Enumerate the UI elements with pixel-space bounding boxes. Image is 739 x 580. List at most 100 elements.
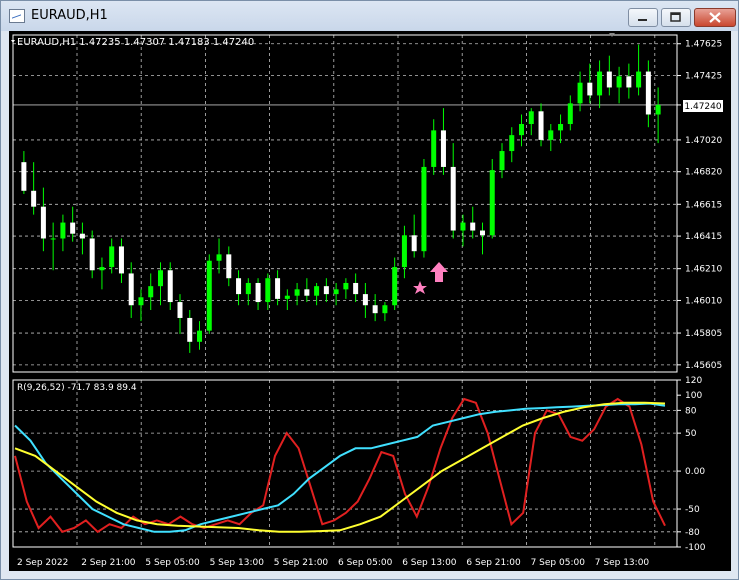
candle-body [89,238,95,271]
indicator-panel-border [12,379,678,548]
candle-body [206,260,212,331]
time-label: 2 Sep 2022 [17,558,68,568]
buy-arrow-icon [413,262,448,294]
price-tick-label: 1.46010 [685,296,722,306]
close-button[interactable] [694,8,736,27]
price-tick-label: 1.47625 [685,40,722,50]
candle-body [314,286,320,296]
indicator-tick-label: -80 [685,528,700,538]
price-tick-label: 1.46820 [685,168,722,178]
indicator-tick-label: 0.00 [685,467,705,477]
candle-body [655,104,661,115]
candle-body [157,270,163,287]
candle-body [421,166,427,252]
candle-body [558,124,564,131]
price-tick-label: 1.46615 [685,200,722,210]
price-tick-label: 1.47020 [685,136,722,146]
price-tick-label: 1.46415 [685,232,722,242]
grid-lines [13,35,677,547]
candle-body [294,289,300,296]
time-label: 5 Sep 05:00 [145,558,200,568]
candle-body [489,170,495,236]
main-panel-border [12,34,678,373]
candle-body [79,233,85,239]
close-icon [709,12,721,23]
candle-body [597,71,603,96]
candle-body [392,267,398,306]
chart-window-icon [9,9,25,23]
candle-body [216,254,222,261]
candle-body [343,282,349,290]
indicator-tick-label: 50 [685,429,697,439]
candle-body [362,294,368,306]
indicator-line-r52 [14,401,666,533]
title-bar[interactable]: EURAUD,H1 [1,1,738,31]
candle-body [245,282,251,295]
candle-body [21,162,27,191]
price-tick-label: 1.45805 [685,329,722,339]
current-price-text: 1.47240 [684,102,721,112]
candle-body [636,71,642,88]
candle-body [118,246,124,274]
candle-body [167,270,173,303]
indicator-tick-label: -50 [685,505,700,515]
candle-body [528,111,534,125]
candle-body [450,166,456,231]
candle-body [138,297,144,306]
candle-body [567,103,573,125]
indicator-header: R(9,26,52) -71.7 83.9 89.4 [17,383,137,393]
candle-body [177,302,183,318]
candle-body [470,222,476,231]
candle-body [148,286,154,298]
candle-body [440,130,446,167]
candle-body [323,286,329,295]
candle-body [587,82,593,96]
candle-body [548,130,554,140]
candle-body [128,273,134,306]
indicator-tick-label: 100 [685,391,702,401]
candles-layer [21,44,661,353]
candle-body [31,190,37,207]
candle-body [226,254,232,279]
candle-body [99,267,105,271]
candle-body [275,278,281,299]
chart-canvas[interactable]: 2 Sep 2022 2 Sep 21:00 5 Sep 05:00 5 Sep 13… [9,31,731,571]
time-label: 6 Sep 21:00 [466,558,521,568]
candle-body [40,206,46,239]
candle-body [372,305,378,314]
candle-body [60,222,66,239]
indicator-tick-label: 120 [685,376,702,386]
time-label: 5 Sep 21:00 [274,558,329,568]
price-tick-label: 1.47425 [685,72,722,82]
window-title: EURAUD,H1 [31,8,108,23]
time-label: 6 Sep 05:00 [338,558,393,568]
current-price-label: 1.47240 [683,100,723,112]
time-label: 5 Sep 13:00 [210,558,265,568]
candle-body [353,282,359,295]
candle-body [499,151,505,171]
candle-body [197,330,203,342]
minimize-icon [638,19,647,21]
candle-body [50,238,56,240]
restore-icon [670,12,681,22]
price-chart-svg[interactable]: 2 Sep 2022 2 Sep 21:00 5 Sep 05:00 5 Sep 13… [9,31,731,571]
indicator-tick-label: 80 [685,406,697,416]
candle-body [626,76,632,88]
candle-body [577,82,583,104]
candle-body [616,76,622,88]
time-label: 7 Sep 05:00 [531,558,586,568]
header-dropdown-icon[interactable] [11,40,15,43]
indicator-lines-layer [14,397,666,534]
candle-body [284,295,290,299]
candle-body [509,135,515,152]
candle-body [265,278,271,303]
candle-body [382,305,388,314]
minimize-button[interactable] [628,8,658,27]
candle-body [109,246,115,268]
candle-body [255,282,261,303]
candle-body [187,317,193,342]
candle-body [606,71,612,88]
candle-body [411,235,417,252]
candle-body [519,124,525,136]
restore-button[interactable] [661,8,691,27]
